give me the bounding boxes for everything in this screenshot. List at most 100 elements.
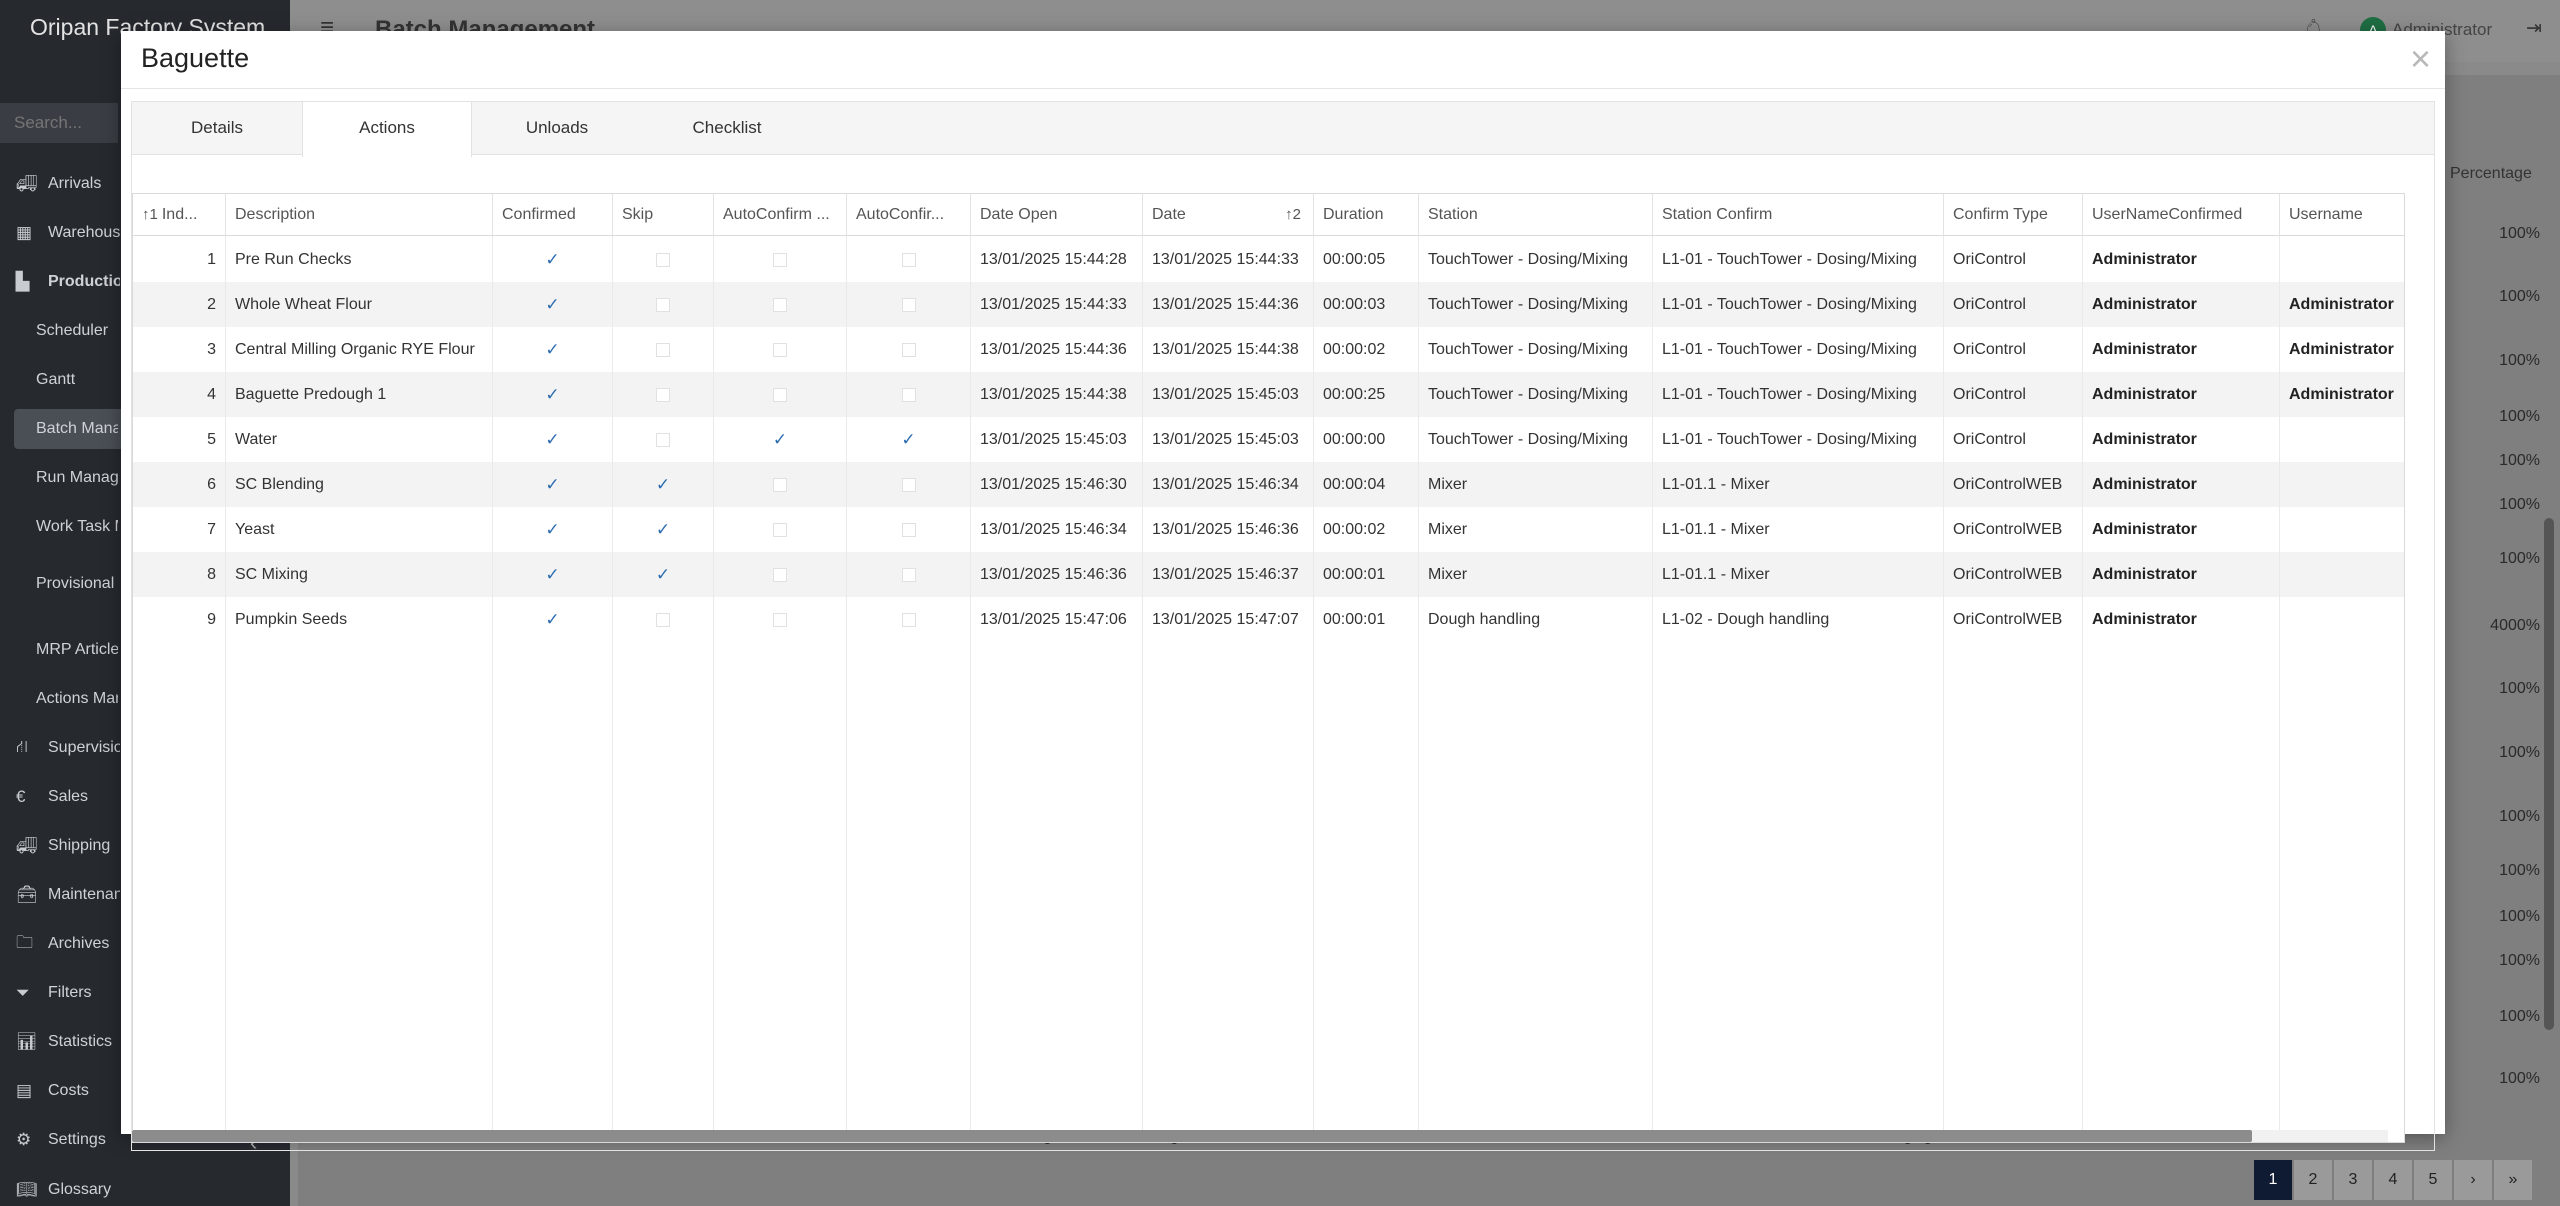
confirmed-checkbox[interactable]: ✓: [493, 417, 613, 462]
tab-checklist[interactable]: Checklist: [642, 102, 812, 155]
auto1-checkbox[interactable]: [714, 372, 847, 417]
shipping-icon: 🚚︎: [16, 836, 38, 855]
empty-checkbox-icon: [773, 387, 787, 402]
column-header-label: Confirm Type: [1953, 206, 2048, 223]
confirmed-checkbox[interactable]: ✓: [493, 372, 613, 417]
cell-index: 4: [133, 372, 226, 417]
sidebar-item-glossary[interactable]: 📖︎ Glossary: [0, 1170, 290, 1206]
page-button-2[interactable]: 2: [2294, 1160, 2332, 1200]
column-header-label: Station: [1428, 206, 1478, 223]
scrollbar-thumb[interactable]: [132, 1130, 2252, 1142]
last-page-button[interactable]: »: [2494, 1160, 2532, 1200]
sidebar-item-label: MRP Articles: [36, 641, 118, 658]
cell-confirm-type: OriControl: [1944, 327, 2083, 372]
column-header-station[interactable]: Station: [1419, 194, 1653, 236]
column-header-username[interactable]: Username: [2280, 194, 2404, 236]
horizontal-scrollbar[interactable]: [132, 1130, 2388, 1142]
background-scrollbar[interactable]: [2544, 518, 2554, 1030]
column-header-confirm-type[interactable]: Confirm Type: [1944, 194, 2083, 236]
column-header-skip[interactable]: Skip: [613, 194, 714, 236]
column-header-auto1[interactable]: AutoConfirm ...: [714, 194, 847, 236]
cell-duration: 00:00:01: [1314, 597, 1419, 642]
skip-checkbox[interactable]: ✓: [613, 462, 714, 507]
tab-details[interactable]: Details: [132, 102, 302, 155]
percentage-value: 100%: [2499, 408, 2540, 425]
percentage-value: 4000%: [2490, 617, 2540, 634]
column-header-station-confirm[interactable]: Station Confirm: [1653, 194, 1944, 236]
auto2-checkbox[interactable]: [847, 327, 971, 372]
auto1-checkbox[interactable]: [714, 597, 847, 642]
page-button-4[interactable]: 4: [2374, 1160, 2412, 1200]
sidebar-item-label: Settings: [48, 1131, 106, 1148]
column-header-date[interactable]: Date ↑2: [1143, 194, 1314, 236]
cell-user-confirmed: Administrator: [2083, 282, 2280, 327]
cell-duration: 00:00:05: [1314, 237, 1419, 282]
auto1-checkbox[interactable]: [714, 327, 847, 372]
auto1-checkbox[interactable]: [714, 282, 847, 327]
auto2-checkbox[interactable]: [847, 462, 971, 507]
cell-confirm-type: OriControlWEB: [1944, 462, 2083, 507]
empty-checkbox-icon: [901, 342, 916, 357]
skip-checkbox[interactable]: [613, 597, 714, 642]
confirmed-checkbox[interactable]: ✓: [493, 462, 613, 507]
page-button-5[interactable]: 5: [2414, 1160, 2452, 1200]
auto1-checkbox[interactable]: [714, 552, 847, 597]
close-icon[interactable]: ×: [2410, 39, 2431, 79]
percentage-value: 100%: [2499, 952, 2540, 969]
skip-checkbox[interactable]: ✓: [613, 552, 714, 597]
column-header-confirmed[interactable]: Confirmed: [493, 194, 613, 236]
column-header-description[interactable]: Description: [226, 194, 493, 236]
cell-station-confirm: L1-01 - TouchTower - Dosing/Mixing: [1653, 237, 1944, 282]
column-header-date-open[interactable]: Date Open: [971, 194, 1143, 236]
skip-checkbox[interactable]: [613, 237, 714, 282]
next-page-button[interactable]: ›: [2454, 1160, 2492, 1200]
cell-user-confirmed: Administrator: [2083, 237, 2280, 282]
logout-icon[interactable]: ⇥: [2526, 17, 2542, 40]
skip-checkbox[interactable]: [613, 282, 714, 327]
auto2-checkbox[interactable]: [847, 372, 971, 417]
cell-station-confirm: L1-01 - TouchTower - Dosing/Mixing: [1653, 372, 1944, 417]
auto2-checkbox[interactable]: [847, 597, 971, 642]
cell-duration: 00:00:03: [1314, 282, 1419, 327]
skip-checkbox[interactable]: [613, 327, 714, 372]
tab-actions[interactable]: Actions: [302, 102, 472, 157]
pagination: 1 2 3 4 5 ›»: [2254, 1160, 2532, 1200]
confirmed-checkbox[interactable]: ✓: [493, 597, 613, 642]
auto2-checkbox[interactable]: [847, 507, 971, 552]
column-header-label: AutoConfir...: [856, 206, 945, 223]
auto2-checkbox[interactable]: [847, 237, 971, 282]
page-button-1[interactable]: 1: [2254, 1160, 2292, 1200]
tab-unloads[interactable]: Unloads: [472, 102, 642, 155]
auto1-checkbox[interactable]: [714, 237, 847, 282]
auto2-checkbox[interactable]: [847, 552, 971, 597]
skip-checkbox[interactable]: [613, 372, 714, 417]
auto1-checkbox[interactable]: [714, 462, 847, 507]
confirmed-checkbox[interactable]: ✓: [493, 507, 613, 552]
page-button-3[interactable]: 3: [2334, 1160, 2372, 1200]
column-header-auto2[interactable]: AutoConfir...: [847, 194, 971, 236]
checkmark-icon: ✓: [655, 565, 671, 584]
cell-description: SC Mixing: [226, 552, 493, 597]
cell-confirm-type: OriControl: [1944, 372, 2083, 417]
cell-description: SC Blending: [226, 462, 493, 507]
costs-icon: ▤: [16, 1081, 33, 1100]
cell-date-open: 13/01/2025 15:46:30: [971, 462, 1143, 507]
confirmed-checkbox[interactable]: ✓: [493, 327, 613, 372]
checkmark-icon: ✓: [545, 385, 560, 404]
auto1-checkbox[interactable]: [714, 507, 847, 552]
auto1-checkbox[interactable]: ✓: [714, 417, 847, 462]
column-header-user-confirmed[interactable]: UserNameConfirmed: [2083, 194, 2280, 236]
sidebar-search-input[interactable]: [0, 103, 118, 143]
confirmed-checkbox[interactable]: ✓: [493, 552, 613, 597]
skip-checkbox[interactable]: [613, 417, 714, 462]
cell-description: Central Milling Organic RYE Flour: [226, 327, 493, 372]
confirmed-checkbox[interactable]: ✓: [493, 282, 613, 327]
confirmed-checkbox[interactable]: ✓: [493, 237, 613, 282]
column-header-index[interactable]: ↑1 Ind...: [133, 194, 226, 236]
column-header-duration[interactable]: Duration: [1314, 194, 1419, 236]
skip-checkbox[interactable]: ✓: [613, 507, 714, 552]
auto2-checkbox[interactable]: ✓: [847, 417, 971, 462]
auto2-checkbox[interactable]: [847, 282, 971, 327]
cell-index: 9: [133, 597, 226, 642]
empty-checkbox-icon: [656, 252, 670, 267]
